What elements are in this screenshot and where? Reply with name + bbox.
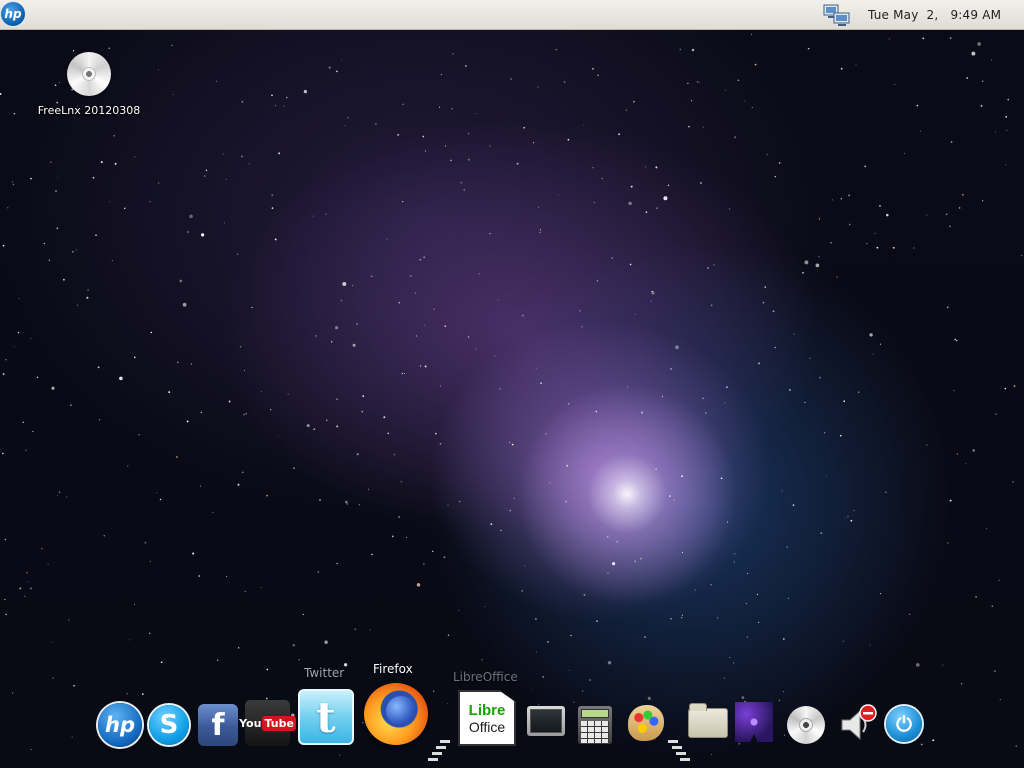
libre-text: Libre (468, 701, 506, 719)
dock-skype-icon[interactable]: S (149, 705, 189, 745)
dock-power-icon[interactable]: ⏻ (886, 706, 922, 742)
skype-glyph: S (159, 710, 179, 740)
dock-paint-palette-icon[interactable] (628, 705, 664, 741)
dock-twitter-icon[interactable]: t (298, 689, 354, 745)
dock-firefox-icon[interactable] (364, 683, 428, 745)
dock-libreoffice-icon[interactable]: Libre Office (458, 690, 516, 746)
dock-separator-icon (668, 740, 690, 761)
terminal-screen (530, 709, 562, 733)
youtube-you-text: You (239, 716, 262, 730)
hp-logo-icon[interactable]: hp (1, 2, 25, 26)
calculator-display (581, 709, 609, 718)
dock-hp-icon[interactable]: hp (98, 703, 142, 747)
firefox-globe-icon (386, 696, 416, 726)
hp-logo-text: hp (105, 713, 135, 737)
dock-youtube-icon[interactable]: You Tube (239, 700, 296, 746)
top-panel: hp Tue May 2, 9:49 AM (0, 0, 1024, 30)
disc-icon (67, 52, 111, 96)
dock-facebook-icon[interactable]: f (198, 704, 238, 746)
dock-folder-icon[interactable] (688, 703, 728, 738)
dock-volume-muted-icon[interactable] (838, 704, 878, 744)
network-icon[interactable] (822, 3, 852, 27)
twitter-glyph: t (316, 692, 336, 742)
power-glyph: ⏻ (896, 712, 912, 736)
dock-separator-icon (428, 740, 450, 761)
youtube-tube-text: Tube (262, 715, 296, 731)
desktop-icon-label: FreeLnx 20120308 (37, 104, 141, 117)
office-text: Office (468, 718, 506, 735)
desktop-icon-freelnx[interactable]: FreeLnx 20120308 (22, 52, 156, 117)
facebook-glyph: f (211, 707, 225, 743)
dock-terminal-icon[interactable] (527, 706, 565, 736)
dock-cd-icon[interactable] (787, 706, 825, 744)
clock[interactable]: Tue May 2, 9:49 AM (868, 8, 1001, 22)
dock-calculator-icon[interactable] (578, 706, 612, 744)
calculator-keys (581, 721, 609, 743)
